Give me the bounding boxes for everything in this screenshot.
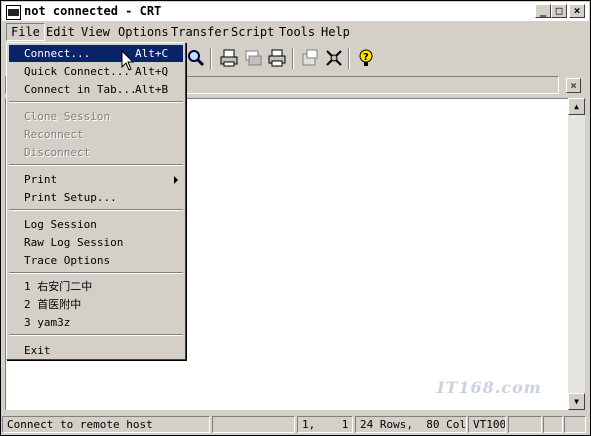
menu-item-connect-in-tab[interactable]: Connect in Tab... Alt+B [9, 81, 183, 98]
minimize-button[interactable]: _ [535, 4, 551, 18]
global-options-icon[interactable] [324, 48, 344, 68]
print-selection-icon[interactable] [243, 48, 263, 68]
window-title: not connected - CRT [24, 4, 162, 18]
menu-item-print[interactable]: Print [9, 171, 183, 188]
menu-separator [9, 164, 183, 166]
menu-help[interactable]: Help [317, 22, 354, 42]
menu-item-clone-session: Clone Session [24, 110, 111, 123]
scroll-up-icon[interactable]: ▲ [568, 98, 585, 115]
menu-edit[interactable]: Edit [42, 22, 79, 42]
toolbar-separator [292, 48, 294, 69]
scroll-down-icon[interactable]: ▼ [568, 393, 585, 410]
close-button[interactable]: × [569, 4, 585, 18]
svg-text:?: ? [363, 52, 369, 63]
print-screen-icon[interactable] [219, 48, 239, 68]
menu-tools[interactable]: Tools [275, 22, 319, 42]
menu-item-quick-connect[interactable]: Quick Connect... Alt+Q [9, 63, 183, 80]
terminal-dimensions: 24 Rows, 80 Cols [355, 416, 467, 433]
vertical-scrollbar[interactable]: ▲ ▼ [568, 98, 585, 410]
menu-separator [9, 209, 183, 211]
title-bar[interactable]: not connected - CRT _ □ × [2, 2, 589, 21]
menu-item-exit[interactable]: Exit [9, 342, 183, 359]
app-icon[interactable] [6, 5, 21, 20]
menu-view[interactable]: View [77, 22, 114, 42]
session-options-icon[interactable] [300, 48, 320, 68]
menu-item-log-session[interactable]: Log Session [9, 216, 183, 233]
close-tab-icon[interactable]: × [566, 78, 581, 93]
menu-item-trace-options[interactable]: Trace Options [9, 252, 183, 269]
menu-options[interactable]: Options [114, 22, 173, 42]
toolbar-separator [210, 48, 212, 69]
file-menu: Connect... Alt+C Quick Connect... Alt+Q … [6, 42, 186, 360]
menu-separator [9, 334, 183, 336]
emulation-mode: VT100 [468, 416, 506, 433]
menu-separator [9, 272, 183, 274]
menu-item-disconnect: Disconnect [24, 146, 91, 159]
menu-item-raw-log-session[interactable]: Raw Log Session [9, 234, 183, 251]
menu-item-recent-2[interactable]: 2 首医附中 [9, 296, 183, 313]
menu-file[interactable]: File [6, 23, 45, 41]
menu-item-reconnect: Reconnect [24, 128, 84, 141]
toolbar-separator [348, 48, 350, 69]
status-spacer [212, 416, 295, 433]
menu-item-connect[interactable]: Connect... Alt+C [9, 45, 183, 62]
menu-transfer[interactable]: Transfer [167, 22, 233, 42]
status-spacer [508, 416, 542, 433]
status-message: Connect to remote host [2, 416, 210, 433]
mouse-pointer-icon [121, 50, 135, 71]
maximize-button[interactable]: □ [551, 4, 567, 18]
status-spacer [564, 416, 586, 433]
menu-item-recent-1[interactable]: 1 右安门二中 [9, 278, 183, 295]
menu-separator [9, 101, 183, 103]
menu-bar: File Edit View Options Transfer Script T… [2, 22, 589, 42]
print-icon[interactable] [267, 48, 287, 68]
menu-item-recent-3[interactable]: 3 yam3z [9, 314, 183, 331]
help-icon[interactable]: ? [356, 48, 376, 68]
cursor-position: 1, 1 [297, 416, 353, 433]
menu-item-print-setup[interactable]: Print Setup... [9, 189, 183, 206]
menu-script[interactable]: Script [227, 22, 278, 42]
submenu-arrow-icon [174, 176, 178, 184]
status-spacer [543, 416, 563, 433]
watermark: IT168.com [437, 378, 542, 397]
status-bar: Connect to remote host 1, 1 24 Rows, 80 … [2, 414, 589, 434]
find-icon[interactable] [186, 48, 206, 68]
